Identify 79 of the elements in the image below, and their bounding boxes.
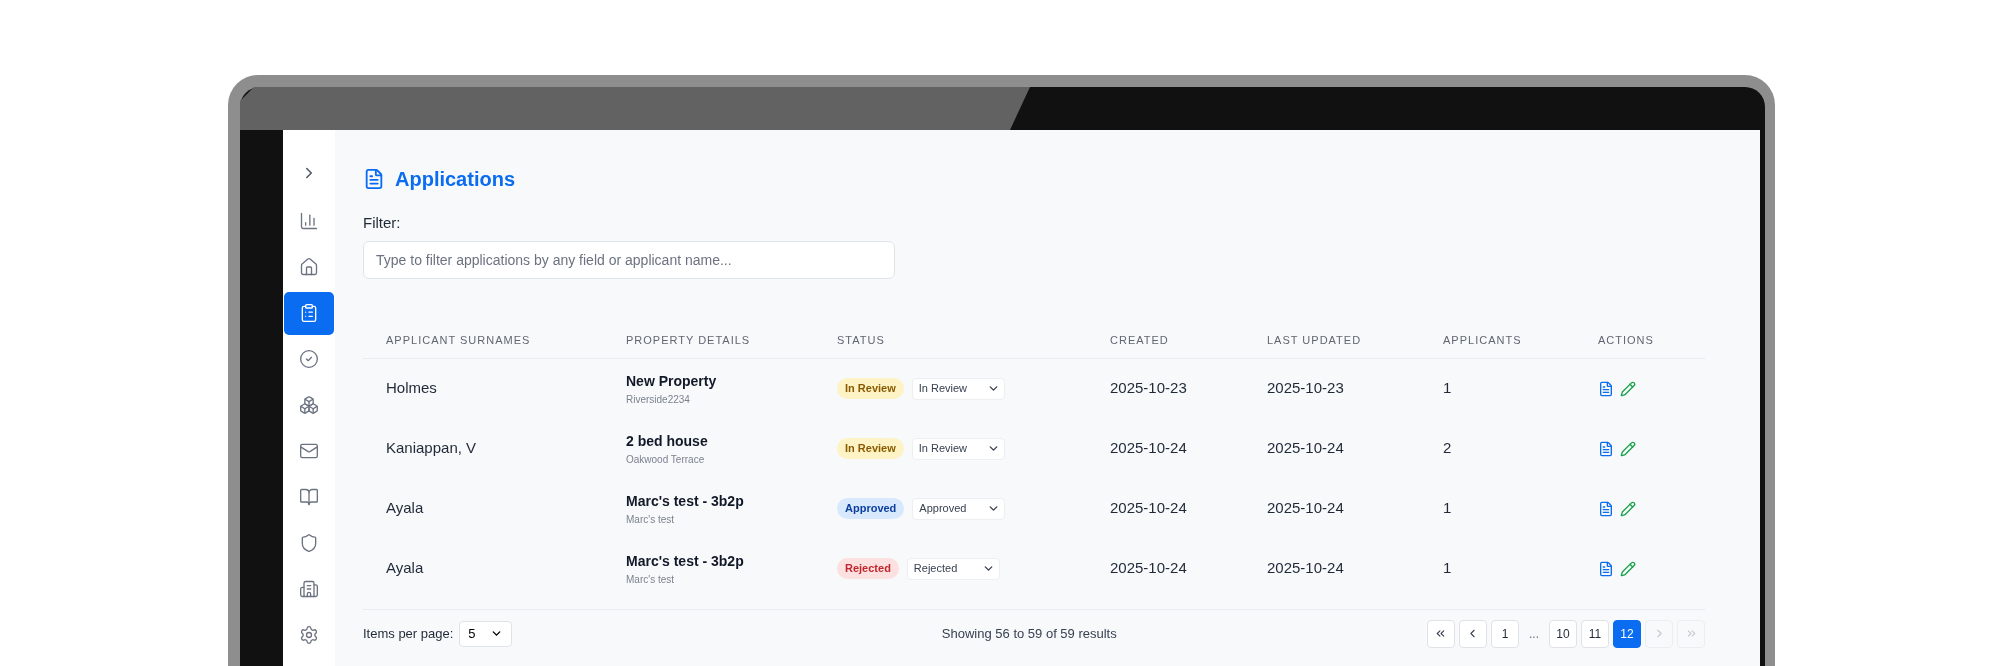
page-nav-button[interactable]: [1427, 619, 1455, 648]
column-header: STATUS: [837, 332, 885, 348]
building-icon: [299, 579, 319, 599]
boxes-icon: [299, 395, 319, 415]
table-cell-text: 1: [1443, 558, 1452, 579]
table-cell-text: 2025-10-24: [1110, 558, 1187, 579]
table-cell-text: 2: [1443, 438, 1452, 459]
table-cell-text: 2025-10-23: [1110, 378, 1187, 399]
column-header: CREATED: [1110, 332, 1169, 348]
column-header: PROPERTY DETAILS: [626, 332, 751, 348]
page-button[interactable]: 1: [1491, 619, 1519, 648]
table-cell-text: 2025-10-24: [1267, 558, 1344, 579]
property-location: Marc's test: [626, 572, 675, 587]
status-badge: Approved: [837, 498, 905, 519]
filter-input[interactable]: Type to filter applications by any field or applicant name...: [363, 240, 895, 279]
document-icon: [1598, 380, 1614, 397]
table-cell-text: Kaniappan, V: [386, 438, 477, 459]
sidebar-item[interactable]: [284, 291, 334, 335]
table-cell-text: 2025-10-24: [1267, 498, 1344, 519]
document-icon: [363, 168, 385, 190]
property-name: Marc's test - 3b2p: [626, 551, 744, 571]
property-name: Marc's test - 3b2p: [626, 491, 744, 511]
clipboard-icon: [299, 303, 319, 323]
column-header: LAST UPDATED: [1267, 332, 1362, 348]
items-per-page-label: Items per page:: [363, 624, 454, 643]
status-badge: Rejected: [837, 558, 899, 579]
property-name: New Property: [626, 371, 717, 391]
table-cell-text: Ayala: [386, 498, 424, 519]
shield-icon: [299, 533, 319, 553]
table-cell-text: 2025-10-24: [1267, 438, 1344, 459]
mail-icon: [299, 441, 319, 461]
check-circle-icon: [299, 349, 319, 369]
page-button[interactable]: 11: [1581, 619, 1609, 648]
pagination-ellipsis: ...: [1528, 625, 1540, 643]
view-document-button[interactable]: [1598, 500, 1614, 517]
pencil-icon: [1620, 500, 1636, 517]
edit-button[interactable]: [1620, 380, 1636, 397]
column-header: ACTIONS: [1598, 332, 1654, 348]
table-cell-text: Ayala: [386, 558, 424, 579]
table-cell-text: Holmes: [386, 378, 437, 399]
table-cell-text: 1: [1443, 498, 1452, 519]
page-button[interactable]: 10: [1549, 619, 1577, 648]
status-dropdown[interactable]: In Review: [911, 437, 1005, 460]
property-name: 2 bed house: [626, 431, 708, 451]
bar-chart-icon: [299, 211, 319, 231]
property-location: Riverside2234: [626, 392, 690, 407]
document-icon: [1598, 560, 1614, 577]
property-location: Oakwood Terrace: [626, 452, 705, 467]
status-dropdown[interactable]: In Review: [911, 377, 1005, 400]
edit-button[interactable]: [1620, 560, 1636, 577]
table-cell-text: 2025-10-23: [1267, 378, 1344, 399]
filter-label: Filter:: [363, 213, 401, 233]
page-button[interactable]: 12: [1613, 619, 1641, 648]
status-badge: In Review: [837, 438, 904, 459]
edit-button[interactable]: [1620, 500, 1636, 517]
view-document-button[interactable]: [1598, 380, 1614, 397]
document-icon: [1598, 500, 1614, 517]
table-cell-text: 2025-10-24: [1110, 438, 1187, 459]
edit-button[interactable]: [1620, 440, 1636, 457]
pencil-icon: [1620, 440, 1636, 457]
results-summary: Showing 56 to 59 of 59 results: [941, 624, 1117, 643]
status-badge: In Review: [837, 378, 904, 399]
view-document-button[interactable]: [1598, 440, 1614, 457]
column-header: APPLICANTS: [1443, 332, 1522, 348]
page-title: Applications: [395, 167, 515, 192]
items-per-page-select[interactable]: 5: [459, 620, 512, 647]
table-cell-text: 2025-10-24: [1110, 498, 1187, 519]
pencil-icon: [1620, 560, 1636, 577]
settings-icon: [299, 625, 319, 645]
table-cell-text: 1: [1443, 378, 1452, 399]
document-icon: [1598, 440, 1614, 457]
property-location: Marc's test: [626, 512, 675, 527]
status-dropdown[interactable]: Approved: [912, 497, 1006, 520]
column-header: APPLICANT SURNAMES: [386, 332, 531, 348]
pencil-icon: [1620, 380, 1636, 397]
book-icon: [299, 487, 319, 507]
status-dropdown[interactable]: Rejected: [906, 557, 1000, 580]
view-document-button[interactable]: [1598, 560, 1614, 577]
home-icon: [299, 257, 319, 277]
